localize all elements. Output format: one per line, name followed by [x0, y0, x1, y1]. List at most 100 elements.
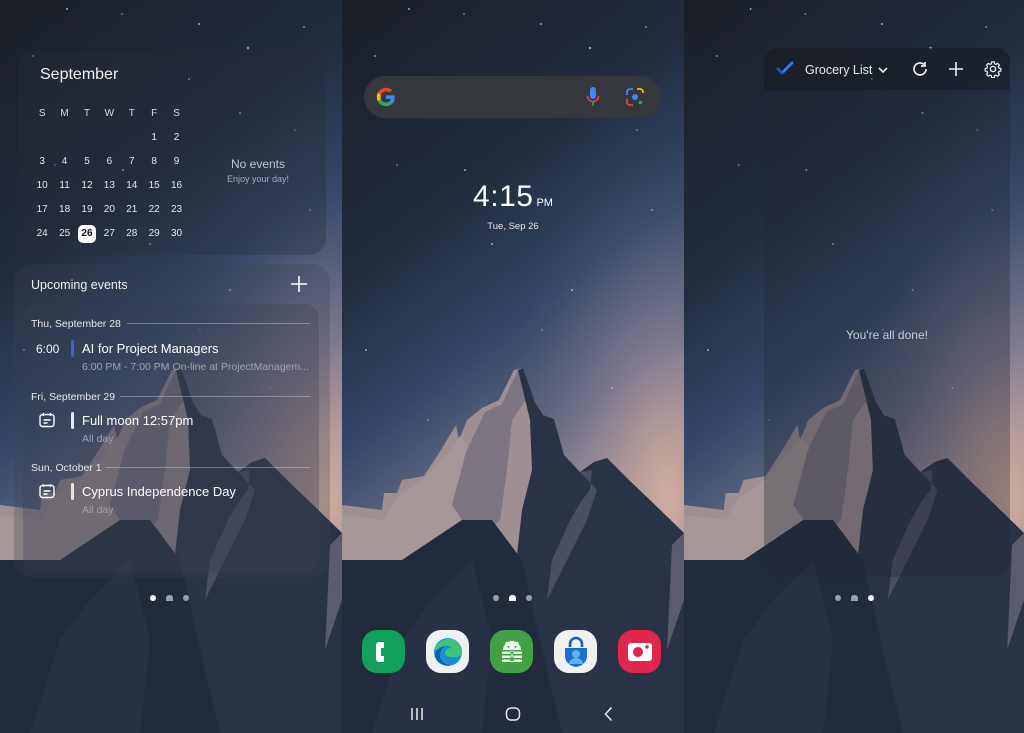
refresh-button[interactable] [911, 60, 929, 83]
camera-icon [627, 642, 652, 661]
clock-date: Tue, Sep 26 [487, 221, 539, 232]
page-indicator[interactable] [493, 595, 532, 601]
keepass-android-icon [501, 640, 522, 662]
calendar-day[interactable]: 23 [165, 198, 187, 222]
calendar-empty-cell [98, 126, 120, 150]
phone-icon [375, 641, 384, 662]
weekday-header: W [104, 108, 115, 119]
authenticator-app[interactable] [554, 630, 597, 673]
list-name: Grocery List [805, 63, 873, 77]
event-title: AI for Project Managers [82, 341, 219, 356]
home-icon [505, 707, 521, 721]
calendar-day[interactable]: 13 [98, 174, 120, 198]
calendar-day[interactable]: 27 [98, 222, 120, 246]
calendar-empty-cell [121, 126, 143, 150]
calendar-empty-cell [53, 126, 75, 150]
event-subtitle: 6:00 PM - 7:00 PM On-line at ProjectMana… [82, 361, 310, 373]
page-dot[interactable] [493, 595, 499, 601]
page-dot[interactable] [150, 595, 156, 601]
day-header: Sun, October 1 [31, 462, 102, 474]
phone-app[interactable] [362, 630, 405, 673]
calendar-day[interactable]: 16 [165, 174, 187, 198]
page-dot[interactable] [183, 595, 189, 601]
day-header: Fri, September 29 [31, 391, 116, 403]
google-g-icon [375, 86, 397, 113]
calendar-empty-cell [31, 126, 53, 150]
home-page-dot[interactable] [166, 595, 173, 601]
clock-time: 4:15 [473, 180, 534, 213]
keepass-app[interactable] [490, 630, 533, 673]
calendar-day[interactable]: 7 [121, 150, 143, 174]
weekday-header: S [173, 108, 180, 119]
calendar-day[interactable]: 1 [143, 126, 165, 150]
calendar-month-title: September [40, 66, 119, 83]
page-dot[interactable] [835, 595, 841, 601]
google-lens-icon[interactable] [625, 87, 645, 112]
home-page-3: Grocery List You're all done! [684, 0, 1024, 733]
divider [127, 323, 310, 324]
event-subtitle: All day [82, 433, 114, 445]
calendar-day[interactable]: 6 [98, 150, 120, 174]
home-page-2: 4:15 PM Tue, Sep 26 [342, 0, 684, 733]
calendar-day[interactable]: 4 [53, 150, 75, 174]
calendar-day[interactable]: 9 [165, 150, 187, 174]
home-page-dot[interactable] [851, 595, 858, 601]
calendar-day[interactable]: 18 [53, 198, 75, 222]
calendar-day[interactable]: 12 [76, 174, 98, 198]
weekday-header: F [151, 108, 158, 119]
calendar-day[interactable]: 20 [98, 198, 120, 222]
add-task-button[interactable] [947, 60, 965, 83]
calendar-grid: S M T W T F S 1 2 3 4 5 6 7 8 9 10 11 12 13 14 15 16 17 18 19 20 21… [31, 102, 191, 246]
page-indicator[interactable] [150, 595, 189, 601]
gear-icon [984, 61, 1002, 79]
calendar-day[interactable]: 3 [31, 150, 53, 174]
event-title: Cyprus Independence Day [82, 484, 236, 499]
calendar-day[interactable]: 29 [143, 222, 165, 246]
page-indicator[interactable] [835, 595, 874, 601]
calendar-day[interactable]: 25 [53, 222, 75, 246]
app-dock [362, 630, 661, 673]
back-button[interactable] [561, 702, 657, 726]
recents-icon [411, 708, 423, 720]
event-color-bar [71, 412, 74, 429]
home-page-dot[interactable] [509, 595, 516, 601]
calendar-day[interactable]: 22 [143, 198, 165, 222]
no-events-subtitle: Enjoy your day! [226, 174, 290, 184]
calendar-day[interactable]: 17 [31, 198, 53, 222]
recents-button[interactable] [369, 702, 465, 726]
home-button[interactable] [465, 702, 561, 726]
list-selector[interactable]: Grocery List [805, 60, 888, 80]
calendar-day[interactable]: 24 [31, 222, 53, 246]
calendar-day[interactable]: 30 [165, 222, 187, 246]
calendar-day[interactable]: 10 [31, 174, 53, 198]
navigation-bar [342, 702, 684, 726]
calendar-day[interactable]: 5 [76, 150, 98, 174]
microphone-icon[interactable] [585, 86, 601, 113]
calendar-day-today[interactable]: 26 [77, 225, 96, 243]
authenticator-icon [564, 636, 587, 667]
event-title: Full moon 12:57pm [82, 413, 194, 428]
calendar-day[interactable]: 15 [143, 174, 165, 198]
event-color-bar [71, 340, 74, 357]
settings-button[interactable] [984, 60, 1002, 83]
calendar-day[interactable]: 19 [76, 198, 98, 222]
calendar-day[interactable]: 8 [143, 150, 165, 174]
divider [120, 396, 310, 397]
plus-icon [291, 276, 307, 292]
calendar-day[interactable]: 21 [121, 198, 143, 222]
clock-widget[interactable]: 4:15 PM [342, 180, 684, 214]
calendar-day[interactable]: 2 [165, 126, 187, 150]
microsoft-todo-logo-icon [776, 60, 794, 83]
calendar-day[interactable]: 28 [121, 222, 143, 246]
edge-app[interactable] [426, 630, 469, 673]
page-dot[interactable] [526, 595, 532, 601]
screen-recorder-app[interactable] [618, 630, 661, 673]
add-event-button[interactable] [289, 274, 309, 294]
page-dot[interactable] [868, 595, 874, 601]
upcoming-events-title: Upcoming events [31, 278, 128, 292]
calendar-day[interactable]: 14 [121, 174, 143, 198]
calendar-day[interactable]: 11 [53, 174, 75, 198]
no-events-label: No events [230, 157, 286, 171]
google-search-bar[interactable] [364, 76, 661, 118]
calendar-empty-cell [76, 126, 98, 150]
